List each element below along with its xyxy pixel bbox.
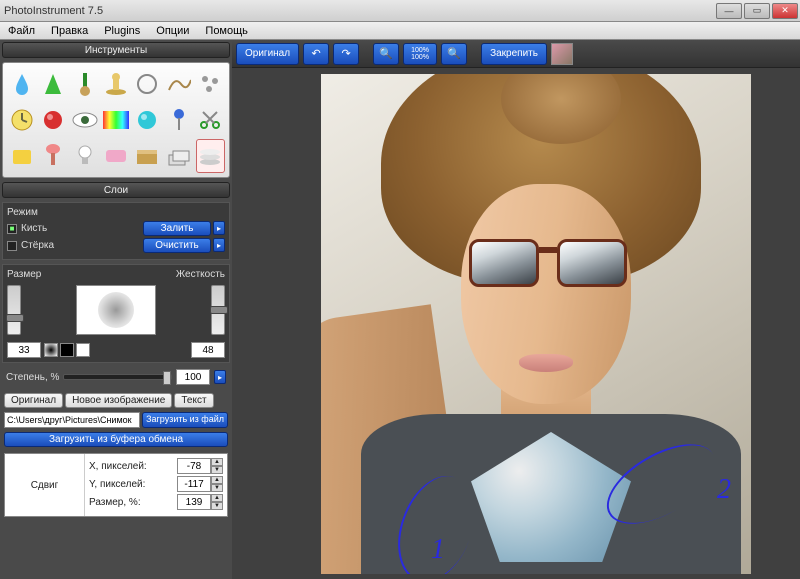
brush-sliders: Размер Жесткость bbox=[2, 264, 230, 363]
tool-layers-icon[interactable] bbox=[164, 139, 193, 173]
tool-curve-icon[interactable] bbox=[164, 67, 193, 101]
tool-scissors-icon[interactable] bbox=[196, 103, 225, 137]
eraser-checkbox[interactable]: Стёрка bbox=[7, 240, 54, 251]
degree-label: Степень, % bbox=[6, 372, 59, 383]
app-title: PhotoInstrument 7.5 bbox=[4, 5, 103, 17]
shift-y-down[interactable]: ▼ bbox=[211, 484, 223, 492]
shift-x-label: X, пикселей: bbox=[89, 461, 147, 472]
tool-eraser-icon[interactable] bbox=[101, 139, 130, 173]
tool-bulb-icon[interactable] bbox=[70, 139, 99, 173]
menu-help[interactable]: Помощь bbox=[197, 25, 256, 37]
undo-icon[interactable]: ↶ bbox=[303, 43, 329, 65]
hardness-slider[interactable] bbox=[211, 285, 225, 335]
tool-yellow-box-icon[interactable] bbox=[7, 139, 36, 173]
shift-y-label: Y, пикселей: bbox=[89, 479, 145, 490]
menu-plugins[interactable]: Plugins bbox=[96, 25, 148, 37]
new-image-tab-button[interactable]: Новое изображение bbox=[65, 393, 172, 408]
layers-panel-header: Слои bbox=[2, 182, 230, 198]
brush-checkbox-label: Кисть bbox=[21, 223, 47, 234]
brush-checkbox[interactable]: ■Кисть bbox=[7, 223, 47, 234]
shift-y-up[interactable]: ▲ bbox=[211, 476, 223, 484]
window-titlebar: PhotoInstrument 7.5 — ▭ ✕ bbox=[0, 0, 800, 22]
load-from-file-button[interactable]: Загрузить из файл bbox=[142, 412, 228, 428]
tools-panel-header: Инструменты bbox=[2, 42, 230, 58]
sidebar: Инструменты Слои Режим bbox=[0, 40, 232, 579]
swatch-soft-icon[interactable] bbox=[44, 343, 58, 357]
fill-dropdown-icon[interactable]: ▸ bbox=[213, 221, 225, 235]
brush-preview bbox=[76, 285, 156, 335]
tool-drop-icon[interactable] bbox=[7, 67, 36, 101]
tool-eye-icon[interactable] bbox=[70, 103, 99, 137]
hardness-input[interactable] bbox=[191, 342, 225, 358]
menu-bar: Файл Правка Plugins Опции Помощь bbox=[0, 22, 800, 40]
shift-size-down[interactable]: ▼ bbox=[211, 502, 223, 510]
shift-x-input[interactable] bbox=[177, 458, 211, 474]
zoom-level-button[interactable]: 100%100% bbox=[403, 43, 437, 65]
load-from-clipboard-button[interactable]: Загрузить из буфера обмена bbox=[4, 432, 228, 447]
annotation-1: 1 bbox=[431, 534, 445, 566]
main-area: Оригинал ↶ ↷ 🔍 100%100% 🔍 Закрепить bbox=[232, 40, 800, 579]
fill-button[interactable]: Залить bbox=[143, 221, 211, 236]
zoom-out-icon[interactable]: 🔍 bbox=[373, 43, 399, 65]
degree-input[interactable] bbox=[176, 369, 210, 385]
toolbar-pin-button[interactable]: Закрепить bbox=[481, 43, 547, 65]
canvas-area[interactable]: 1 2 bbox=[232, 68, 800, 579]
menu-edit[interactable]: Правка bbox=[43, 25, 96, 37]
clear-button[interactable]: Очистить bbox=[143, 238, 211, 253]
menu-options[interactable]: Опции bbox=[148, 25, 197, 37]
maximize-button[interactable]: ▭ bbox=[744, 3, 770, 19]
tool-circle-icon[interactable] bbox=[133, 67, 162, 101]
shift-x-up[interactable]: ▲ bbox=[211, 458, 223, 466]
size-label: Размер bbox=[7, 269, 41, 280]
tool-rainbow-icon[interactable] bbox=[101, 103, 130, 137]
tool-stack-icon[interactable] bbox=[196, 139, 225, 173]
tool-lamp-icon[interactable] bbox=[38, 139, 67, 173]
size-input[interactable] bbox=[7, 342, 41, 358]
shift-size-up[interactable]: ▲ bbox=[211, 494, 223, 502]
tool-package-icon[interactable] bbox=[133, 139, 162, 173]
size-slider[interactable] bbox=[7, 285, 21, 335]
shift-x-down[interactable]: ▼ bbox=[211, 466, 223, 474]
mode-label: Режим bbox=[7, 207, 225, 218]
swatch-white-icon[interactable] bbox=[76, 343, 90, 357]
tool-clock-icon[interactable] bbox=[7, 103, 36, 137]
hardness-label: Жесткость bbox=[176, 269, 225, 280]
shift-y-input[interactable] bbox=[177, 476, 211, 492]
shift-panel: Сдвиг X, пикселей:▲▼ Y, пикселей:▲▼ Разм… bbox=[4, 453, 228, 517]
zoom-in-icon[interactable]: 🔍 bbox=[441, 43, 467, 65]
text-tab-button[interactable]: Текст bbox=[174, 393, 213, 408]
redo-icon[interactable]: ↷ bbox=[333, 43, 359, 65]
tool-stamp-icon[interactable] bbox=[101, 67, 130, 101]
edited-photo[interactable]: 1 2 bbox=[321, 74, 751, 574]
tool-dots-icon[interactable] bbox=[196, 67, 225, 101]
mode-panel: Режим ■Кисть Залить▸ Стёрка Очистить▸ bbox=[2, 202, 230, 260]
shift-size-input[interactable] bbox=[177, 494, 211, 510]
tool-cone-icon[interactable] bbox=[38, 67, 67, 101]
image-thumbnail[interactable] bbox=[551, 43, 573, 65]
tool-pin-icon[interactable] bbox=[164, 103, 193, 137]
menu-file[interactable]: Файл bbox=[0, 25, 43, 37]
clear-dropdown-icon[interactable]: ▸ bbox=[213, 238, 225, 252]
minimize-button[interactable]: — bbox=[716, 3, 742, 19]
eraser-checkbox-label: Стёрка bbox=[21, 240, 54, 251]
close-button[interactable]: ✕ bbox=[772, 3, 798, 19]
swatch-black-icon[interactable] bbox=[60, 343, 74, 357]
shift-label: Сдвиг bbox=[5, 454, 85, 516]
file-path-input[interactable] bbox=[4, 412, 140, 428]
toolbar-original-button[interactable]: Оригинал bbox=[236, 43, 299, 65]
tool-cyan-sphere-icon[interactable] bbox=[133, 103, 162, 137]
tool-brush-icon[interactable] bbox=[70, 67, 99, 101]
top-toolbar: Оригинал ↶ ↷ 🔍 100%100% 🔍 Закрепить bbox=[232, 40, 800, 68]
degree-slider[interactable] bbox=[63, 374, 172, 380]
tools-grid bbox=[2, 62, 230, 178]
original-tab-button[interactable]: Оригинал bbox=[4, 393, 63, 408]
annotation-2: 2 bbox=[717, 474, 731, 506]
shift-size-label: Размер, %: bbox=[89, 497, 141, 508]
degree-dropdown-icon[interactable]: ▸ bbox=[214, 370, 226, 384]
tool-red-sphere-icon[interactable] bbox=[38, 103, 67, 137]
